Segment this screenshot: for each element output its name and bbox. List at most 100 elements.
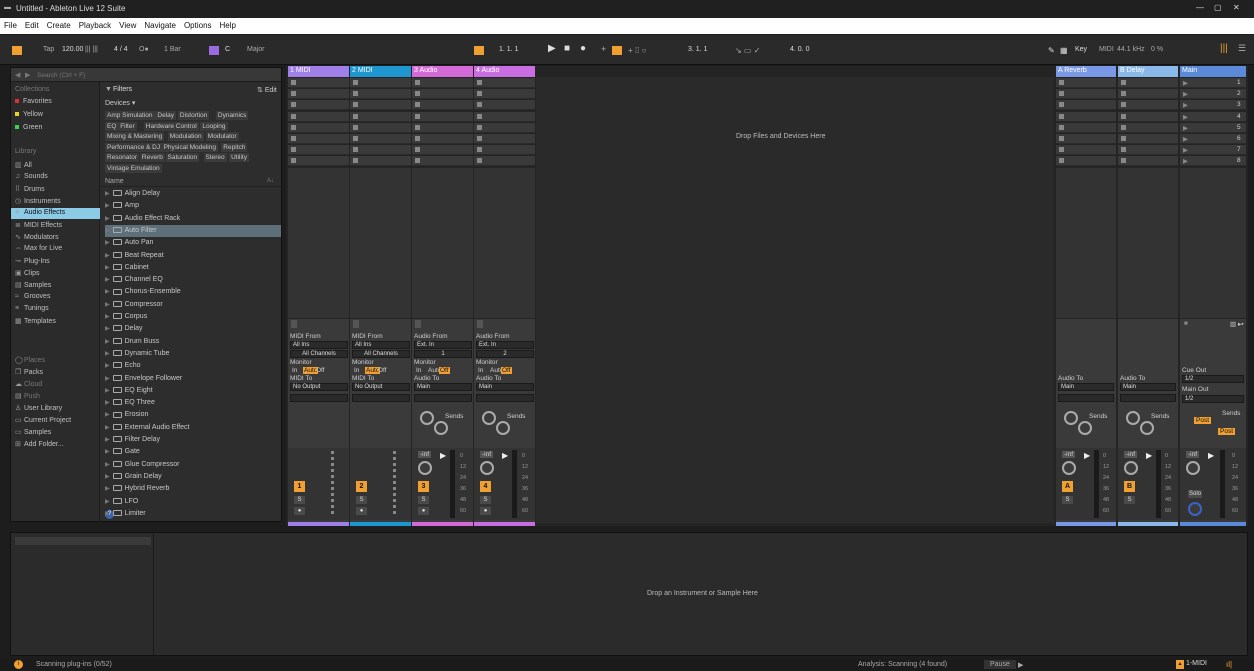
overdub-icon[interactable]: + — [601, 44, 606, 54]
send-a-knob[interactable] — [1126, 411, 1140, 425]
clip-stop-icon[interactable] — [477, 124, 482, 130]
info-icon[interactable]: i — [14, 660, 23, 669]
clip-slot[interactable] — [474, 89, 535, 100]
input-type-menu[interactable]: All Ins — [352, 341, 410, 349]
loop-icon[interactable]: ↘ ▭ ✓ — [735, 46, 760, 55]
filter-tag[interactable]: Modulator — [205, 132, 239, 141]
loop-length-field[interactable]: 4. 0. 0 — [790, 46, 809, 53]
clip-slot[interactable] — [474, 134, 535, 144]
list-item[interactable]: ▶ Auto Filter — [105, 224, 281, 237]
clip-slot[interactable] — [288, 134, 349, 144]
mixer-view-icon[interactable]: ||| — [1220, 43, 1228, 54]
list-item[interactable]: ▶ Filter Delay — [105, 434, 281, 446]
sidebar-item-midi-effects[interactable]: ≣ MIDI Effects — [15, 221, 62, 229]
clip-stop-icon[interactable] — [291, 91, 296, 97]
track-stop-button[interactable] — [353, 320, 359, 328]
scene-play-icon[interactable]: ▶ — [1183, 124, 1188, 132]
send-a-knob[interactable] — [1064, 411, 1078, 425]
clip-slot[interactable] — [1118, 100, 1178, 111]
volume-fader-icon[interactable]: ▶ — [1146, 451, 1152, 460]
clip-slot[interactable] — [474, 145, 535, 156]
return-activator-button[interactable]: A — [1062, 481, 1073, 492]
play-icon[interactable]: ▶ — [548, 43, 556, 54]
sidebar-item-modulators[interactable]: ∿ Modulators — [15, 233, 59, 241]
clip-stop-icon[interactable] — [1059, 136, 1064, 141]
expand-arrow-icon[interactable]: ▶ — [105, 314, 110, 320]
clip-stop-icon[interactable] — [353, 147, 358, 153]
menu-navigate[interactable]: Navigate — [140, 18, 180, 30]
post-button[interactable]: Post — [1194, 417, 1212, 424]
clip-slot[interactable] — [350, 134, 411, 144]
list-item[interactable]: ▶ Dynamic Tube — [105, 348, 281, 360]
list-item[interactable]: ▶ Drum Buss — [105, 336, 281, 348]
scale-menu[interactable]: Major — [247, 46, 265, 53]
clip-slot[interactable] — [1118, 134, 1178, 144]
clip-stop-icon[interactable] — [477, 147, 482, 153]
volume-readout[interactable]: -inf — [1062, 451, 1076, 458]
send-b-knob[interactable] — [1078, 421, 1092, 435]
clip-stop-icon[interactable] — [1121, 136, 1126, 141]
volume-fader-icon[interactable]: ▶ — [440, 451, 446, 460]
clip-slot[interactable] — [1056, 111, 1116, 122]
volume-readout[interactable]: -inf — [418, 451, 432, 458]
clip-stop-icon[interactable] — [291, 158, 296, 164]
list-item[interactable]: ▶ Auto Pan — [105, 237, 281, 249]
list-item[interactable]: ▶ Cabinet — [105, 262, 281, 274]
clip-stop-icon[interactable] — [291, 147, 296, 153]
output-channel-menu[interactable] — [1058, 394, 1114, 402]
main-track-header[interactable]: Main — [1180, 66, 1246, 77]
menu-options[interactable]: Options — [180, 18, 216, 30]
expand-arrow-icon[interactable]: ▶ — [105, 499, 110, 505]
volume-fader-icon[interactable]: ▶ — [502, 451, 508, 460]
filter-tag[interactable]: Performance & DJ — [105, 142, 163, 152]
clip-stop-icon[interactable] — [415, 102, 420, 108]
clip-stop-icon[interactable] — [353, 136, 358, 141]
stop-all-clips-icon[interactable]: ■ — [1184, 320, 1188, 327]
list-item[interactable]: ▶ Erosion — [105, 409, 281, 421]
monitor-in-button[interactable]: In — [291, 367, 298, 374]
clip-slot[interactable] — [1056, 134, 1116, 144]
arm-button[interactable]: ● — [356, 507, 367, 515]
clip-slot[interactable] — [1118, 122, 1178, 133]
clip-stop-icon[interactable] — [1121, 113, 1126, 119]
clip-stop-icon[interactable] — [415, 158, 420, 164]
clip-slot[interactable] — [350, 111, 411, 122]
clip-slot[interactable] — [350, 100, 411, 111]
clip-stop-icon[interactable] — [477, 158, 482, 164]
clip-stop-icon[interactable] — [1121, 102, 1126, 108]
quantization-menu[interactable]: 1 Bar — [164, 46, 181, 53]
expand-arrow-icon[interactable]: ▶ — [105, 449, 110, 455]
input-type-menu[interactable]: Ext. In — [476, 341, 534, 349]
sidebar-item-all[interactable]: ▥ All — [15, 161, 32, 169]
pan-knob[interactable] — [1186, 461, 1200, 475]
scene-launch-slot[interactable]: ▶ 1 — [1180, 78, 1246, 88]
expand-arrow-icon[interactable]: ▶ — [105, 203, 110, 209]
scene-play-icon[interactable]: ▶ — [1183, 101, 1188, 109]
keyboard-icon[interactable]: ▦ — [1060, 46, 1068, 55]
minimize-button[interactable]: — — [1196, 3, 1204, 12]
sidebar-item-places[interactable]: ◯Places — [15, 356, 45, 364]
sidebar-item-drums[interactable]: ⠿ Drums — [15, 185, 45, 193]
clip-stop-icon[interactable] — [1059, 80, 1064, 85]
track-header[interactable]: 2 MIDI — [350, 66, 411, 77]
clip-stop-icon[interactable] — [1121, 147, 1126, 153]
expand-arrow-icon[interactable]: ▶ — [105, 351, 110, 357]
clip-slot[interactable] — [350, 156, 411, 167]
scene-launch-slot[interactable]: ▶ 5 — [1180, 122, 1246, 133]
back-icon[interactable]: ◀ — [15, 71, 20, 79]
clip-slot[interactable] — [350, 89, 411, 100]
output-type-menu[interactable]: No Output — [352, 383, 410, 391]
filters-toggle-icon[interactable]: ▼ — [105, 86, 112, 93]
clip-slot[interactable] — [1056, 100, 1116, 111]
clip-slot[interactable] — [412, 156, 473, 167]
clip-slot[interactable] — [1118, 111, 1178, 122]
drop-zone[interactable]: Drop Files and Devices Here — [536, 77, 1054, 523]
clip-stop-icon[interactable] — [291, 136, 296, 141]
solo-button[interactable]: S — [418, 496, 429, 504]
volume-readout[interactable]: -inf — [1186, 451, 1200, 458]
expand-arrow-icon[interactable]: ▶ — [105, 363, 110, 369]
sidebar-item-samples[interactable]: ▭ Samples — [15, 428, 51, 436]
clip-slot[interactable] — [350, 145, 411, 156]
clip-stop-icon[interactable] — [1121, 91, 1126, 97]
clip-stop-icon[interactable] — [353, 91, 358, 97]
